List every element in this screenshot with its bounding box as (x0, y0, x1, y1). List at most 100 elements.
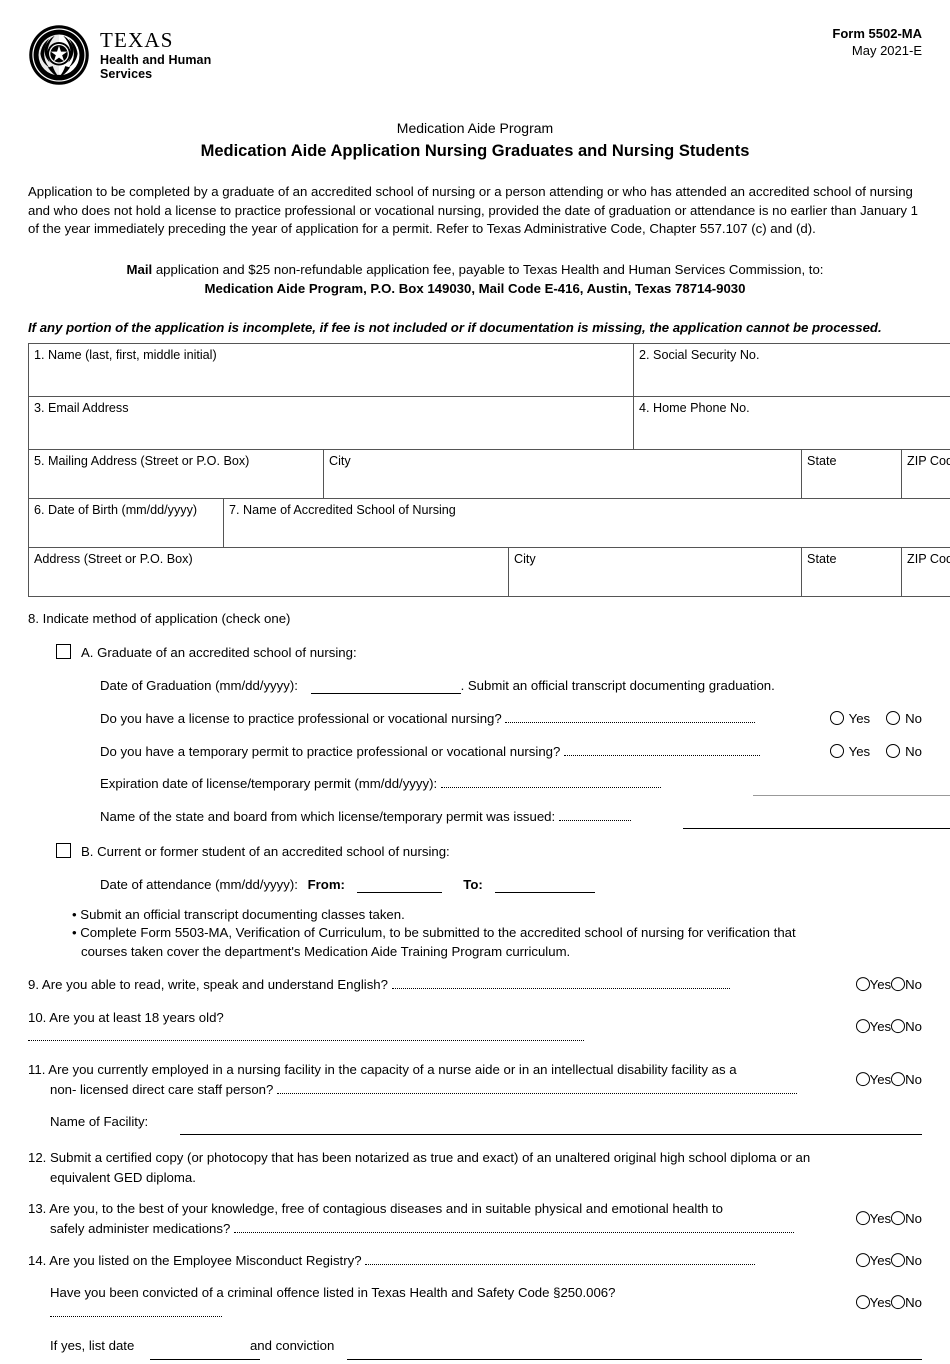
leader-dots (564, 744, 760, 756)
q9-answer-group[interactable]: Yes No (856, 975, 922, 995)
field-name-label[interactable]: 1. Name (last, first, middle initial) (29, 344, 634, 397)
facility-name-input[interactable] (180, 1134, 922, 1135)
field-email-label[interactable]: 3. Email Address (29, 397, 634, 450)
field-zip2-label[interactable]: ZIP Code (902, 548, 950, 597)
attendance-label: Date of attendance (mm/dd/yyyy): (100, 877, 298, 892)
field-phone-label[interactable]: 4. Home Phone No. (634, 397, 950, 450)
page-header: TEXAS Health and Human Services Form 550… (28, 0, 922, 100)
q8-state-board-row: Name of the state and board from which l… (100, 807, 922, 827)
radio-no-label: No (905, 1020, 922, 1035)
radio-no[interactable] (891, 977, 905, 991)
question-14: 14. Are you listed on the Employee Misco… (28, 1251, 922, 1271)
question-9: 9. Are you able to read, write, speak an… (28, 975, 922, 995)
field-city1-label[interactable]: City (324, 450, 802, 499)
radio-no[interactable] (891, 1295, 905, 1309)
question-10: 10. Are you at least 18 years old? YesNo (28, 1008, 922, 1048)
leader-dots (505, 711, 755, 723)
field-dob-label[interactable]: 6. Date of Birth (mm/dd/yyyy) (29, 499, 224, 548)
graduation-date-note: . Submit an official transcript document… (461, 678, 775, 693)
attendance-to-input[interactable] (495, 892, 595, 893)
table-row: 1. Name (last, first, middle initial) 2.… (29, 344, 950, 397)
conviction-date-input[interactable] (150, 1359, 260, 1360)
q8-graduation-date-row: Date of Graduation (mm/dd/yyyy): . Submi… (100, 676, 922, 696)
leader-dots (277, 1082, 797, 1094)
q9-text: 9. Are you able to read, write, speak an… (28, 977, 388, 992)
mail-address-line: Medication Aide Program, P.O. Box 149030… (28, 279, 922, 298)
page-title: Medication Aide Application Nursing Grad… (28, 142, 922, 161)
q8-temp-permit-answer-group[interactable]: YesNo (830, 742, 922, 762)
q11-line2: non- licensed direct care staff person? (50, 1082, 273, 1097)
radio-yes-label: Yes (849, 711, 871, 726)
state-board-input[interactable] (683, 828, 950, 829)
question-12: 12. Submit a certified copy (or photocop… (28, 1148, 922, 1188)
field-mailing-address-label[interactable]: 5. Mailing Address (Street or P.O. Box) (29, 450, 324, 499)
expiration-date-input[interactable] (753, 795, 950, 796)
field-ssn-label[interactable]: 2. Social Security No. (634, 344, 950, 397)
q13-answer-group[interactable]: YesNo (856, 1209, 922, 1229)
radio-yes[interactable] (856, 1020, 870, 1034)
q8-temp-permit-question: Do you have a temporary permit to practi… (100, 744, 560, 759)
conviction-description-input[interactable] (347, 1359, 922, 1360)
conviction-answer-group[interactable]: Yes No (856, 1293, 922, 1313)
agency-subtitle-line1: Health and Human (100, 53, 211, 67)
leader-dots (234, 1221, 794, 1233)
table-row: Address (Street or P.O. Box) City State … (29, 548, 950, 597)
leader-dots (392, 977, 730, 989)
radio-no-label: No (905, 977, 922, 992)
graduation-date-input[interactable] (311, 693, 461, 694)
q8-heading: 8. Indicate method of application (check… (28, 609, 922, 629)
q13-line2: safely administer medications? (50, 1221, 230, 1236)
q8-state-board-label: Name of the state and board from which l… (100, 809, 555, 824)
q8-license-answer-group[interactable]: YesNo (830, 709, 922, 729)
q8-option-a-row[interactable]: A. Graduate of an accredited school of n… (56, 643, 922, 663)
q8-option-b-row[interactable]: B. Current or former student of an accre… (56, 842, 922, 862)
radio-yes-label: Yes (870, 1253, 892, 1268)
attendance-from-input[interactable] (357, 892, 442, 893)
radio-no[interactable] (891, 1072, 905, 1086)
field-school-name-label[interactable]: 7. Name of Accredited School of Nursing (224, 499, 950, 548)
radio-no[interactable] (891, 1211, 905, 1225)
radio-yes[interactable] (856, 1295, 870, 1309)
radio-no[interactable] (886, 711, 900, 725)
leader-dots (365, 1253, 755, 1265)
q12-line2: equivalent GED diploma. (28, 1168, 922, 1188)
radio-yes[interactable] (856, 1253, 870, 1267)
agency-logo: TEXAS Health and Human Services (28, 24, 211, 86)
field-state1-label[interactable]: State (802, 450, 902, 499)
question-13: 13. Are you, to the best of your knowled… (28, 1199, 922, 1239)
texas-seal-icon (28, 24, 90, 86)
applicant-info-table: 1. Name (last, first, middle initial) 2.… (28, 343, 950, 597)
q13-line2-wrap: safely administer medications? (28, 1219, 818, 1239)
field-school-address-label[interactable]: Address (Street or P.O. Box) (29, 548, 509, 597)
radio-no[interactable] (891, 1253, 905, 1267)
radio-yes-label: Yes (870, 1072, 892, 1087)
q8-option-a-label: A. Graduate of an accredited school of n… (81, 645, 357, 660)
radio-no[interactable] (886, 744, 900, 758)
radio-yes[interactable] (856, 977, 870, 991)
table-row: 5. Mailing Address (Street or P.O. Box) … (29, 450, 950, 499)
q8-option-b-label: B. Current or former student of an accre… (81, 844, 450, 859)
radio-yes[interactable] (856, 1211, 870, 1225)
checkbox-option-a[interactable] (56, 644, 71, 659)
q14-answer-group[interactable]: YesNo (856, 1251, 922, 1271)
form-metadata: Form 5502-MA May 2021-E (832, 26, 922, 60)
incomplete-warning: If any portion of the application is inc… (28, 320, 922, 335)
leader-dots (50, 1305, 222, 1317)
q11-answer-group[interactable]: YesNo (856, 1070, 922, 1090)
q14-text: 14. Are you listed on the Employee Misco… (28, 1253, 362, 1268)
radio-no-label: No (905, 1295, 922, 1310)
leader-dots (28, 1030, 584, 1042)
radio-yes[interactable] (856, 1072, 870, 1086)
field-zip1-label[interactable]: ZIP Code (902, 450, 950, 499)
radio-yes[interactable] (830, 744, 844, 758)
program-title: Medication Aide Program (28, 120, 922, 136)
checkbox-option-b[interactable] (56, 843, 71, 858)
radio-yes-label: Yes (870, 977, 892, 992)
field-state2-label[interactable]: State (802, 548, 902, 597)
radio-no[interactable] (891, 1020, 905, 1034)
q10-answer-group[interactable]: YesNo (856, 1018, 922, 1038)
radio-no-label: No (905, 744, 922, 759)
radio-yes-label: Yes (870, 1295, 892, 1310)
field-city2-label[interactable]: City (509, 548, 802, 597)
radio-yes[interactable] (830, 711, 844, 725)
